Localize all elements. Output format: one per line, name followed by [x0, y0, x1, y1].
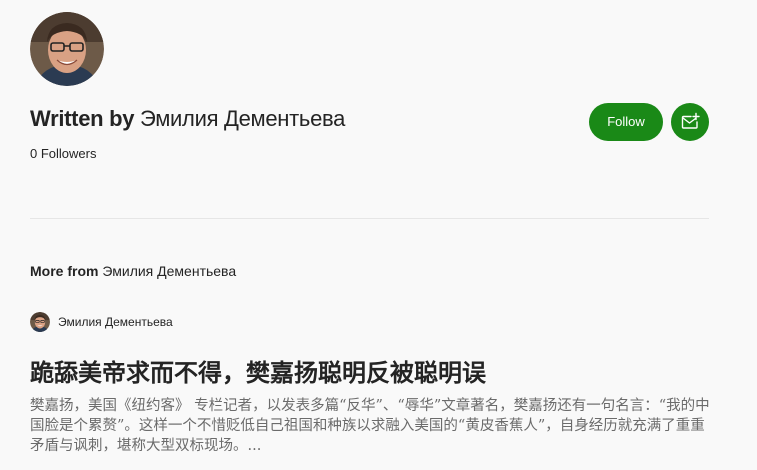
article-title[interactable]: 跪舔美帝求而不得，樊嘉扬聪明反被聪明误 [30, 357, 730, 389]
mail-plus-icon [681, 112, 700, 129]
article-author-name[interactable]: Эмилия Дементьева [58, 315, 173, 329]
subscribe-email-button[interactable] [671, 103, 709, 141]
article-author-row[interactable]: Эмилия Дементьева [30, 312, 173, 332]
author-photo [30, 12, 104, 86]
author-name-link[interactable]: Эмилия Дементьева [140, 106, 345, 131]
article-author-avatar[interactable] [30, 312, 50, 332]
follow-button[interactable]: Follow [589, 103, 663, 141]
written-by-heading: Written by Эмилия Дементьева [30, 104, 345, 134]
section-divider [30, 218, 709, 219]
author-profile-footer: Written by Эмилия Дементьева 0 Followers… [0, 0, 757, 470]
article-author-photo [30, 312, 50, 332]
written-by-label: Written by [30, 106, 135, 131]
article-excerpt[interactable]: 樊嘉扬，美国《纽约客》 专栏记者，以发表多篇“反华”、“辱华”文章著名，樊嘉扬还… [30, 396, 715, 456]
author-avatar[interactable] [30, 12, 104, 86]
more-from-heading: More from Эмилия Дементьева [30, 262, 236, 280]
more-from-label: More from [30, 263, 99, 279]
followers-count[interactable]: 0 Followers [30, 146, 96, 162]
more-from-author-link[interactable]: Эмилия Дементьева [102, 263, 236, 279]
